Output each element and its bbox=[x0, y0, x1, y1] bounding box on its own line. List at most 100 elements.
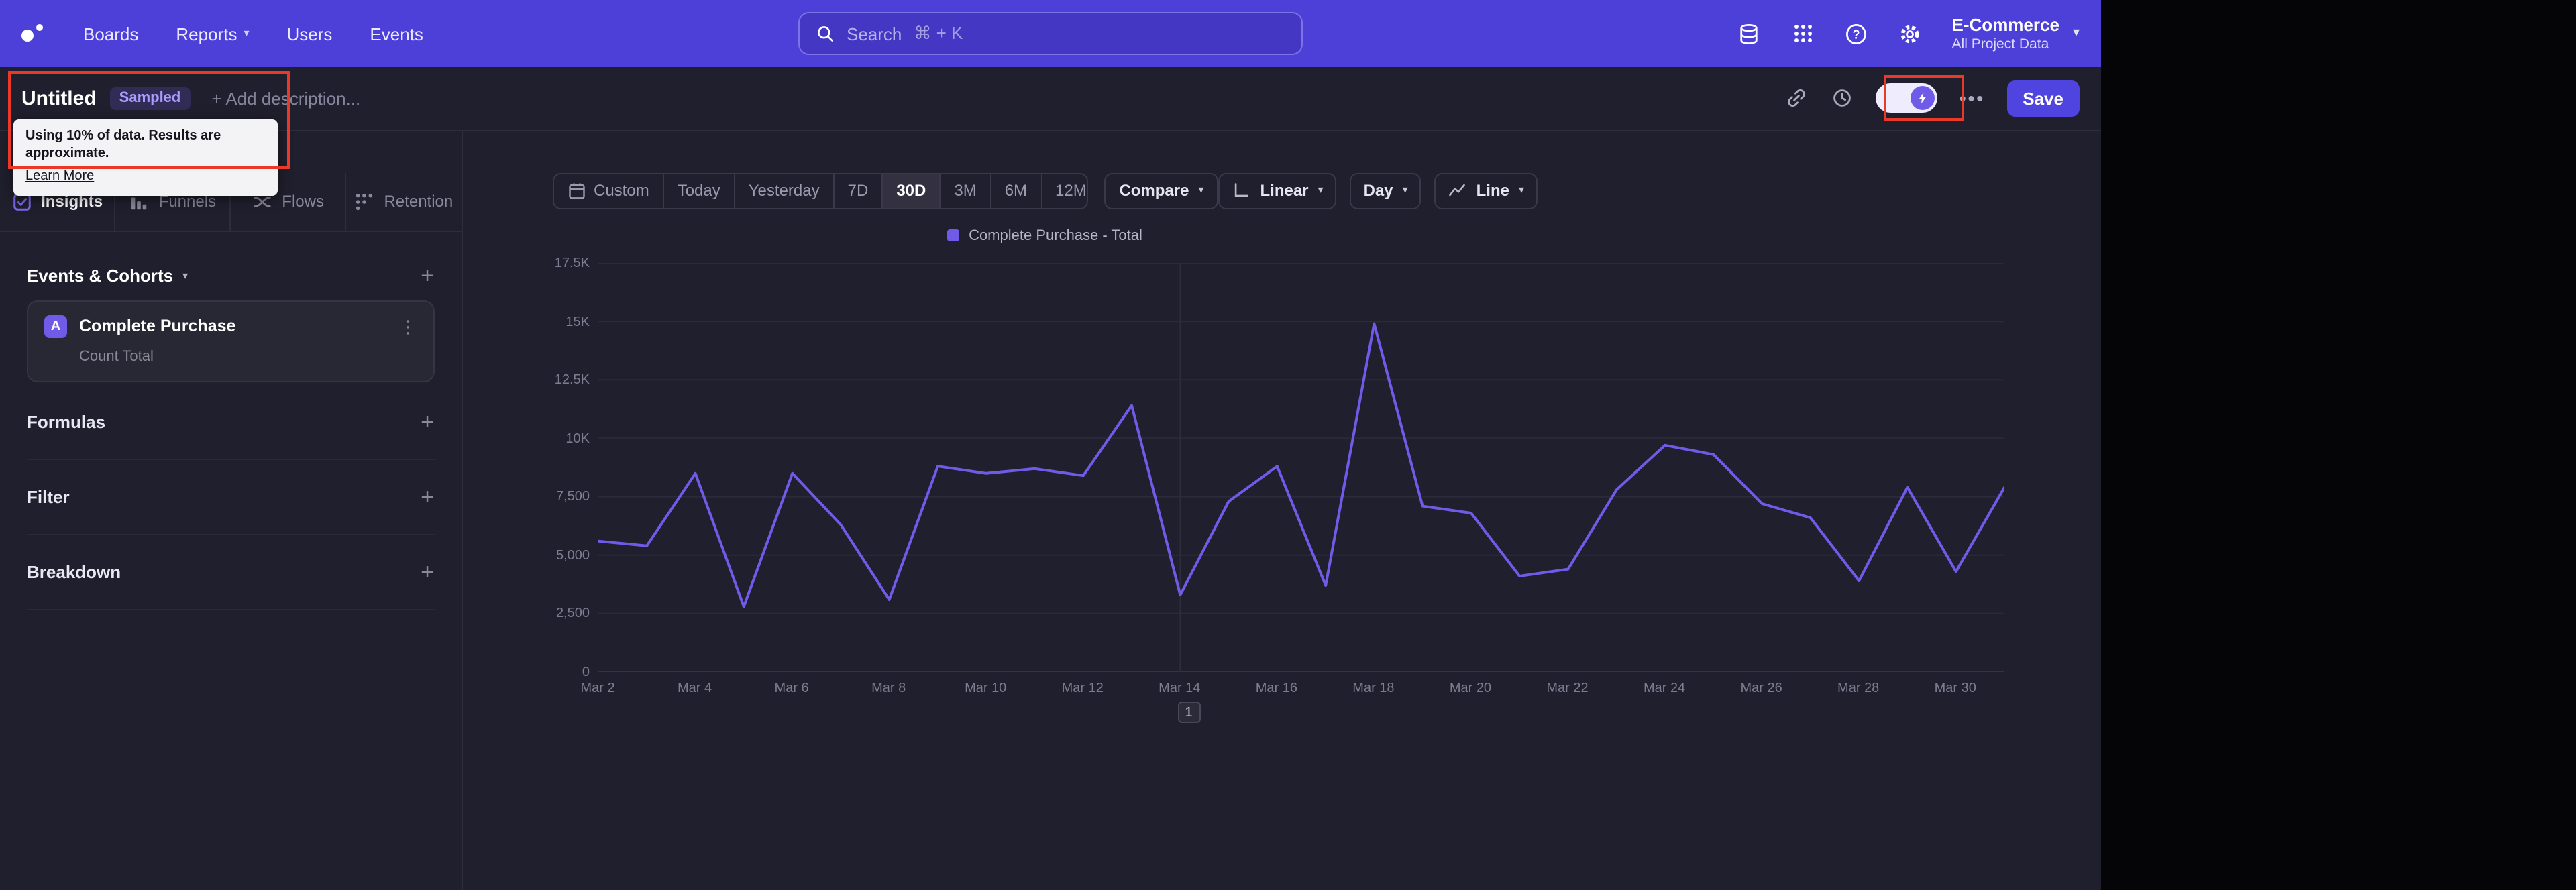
sampling-tooltip-text: Using 10% of data. Results are approxima… bbox=[25, 129, 221, 161]
sampling-toggle[interactable] bbox=[1876, 83, 1938, 113]
apps-grid-icon[interactable] bbox=[1791, 21, 1815, 46]
nav-boards-label: Boards bbox=[83, 23, 139, 44]
legend-swatch bbox=[947, 229, 960, 241]
events-cohorts-header[interactable]: Events & Cohorts ▾ + bbox=[27, 264, 434, 286]
event-row-card[interactable]: A Complete Purchase ⋮ Count Total bbox=[27, 300, 434, 382]
y-axis-label: 7,500 bbox=[555, 490, 590, 505]
more-meatball-icon[interactable]: ••• bbox=[1960, 88, 1985, 109]
date-custom-label: Custom bbox=[594, 181, 649, 200]
section-filter-label: Filter bbox=[27, 486, 70, 506]
sampled-badge[interactable]: Sampled bbox=[109, 87, 191, 110]
nav-users[interactable]: Users bbox=[287, 23, 333, 44]
line-chart-svg bbox=[596, 262, 2005, 673]
add-event-button[interactable]: + bbox=[421, 264, 434, 286]
chevron-down-icon: ▾ bbox=[1318, 184, 1324, 196]
search-shortcut-hint: ⌘ + K bbox=[914, 23, 963, 43]
y-axis-label: 12.5K bbox=[554, 373, 590, 388]
date-7d-button[interactable]: 7D bbox=[833, 174, 882, 207]
x-axis-label: Mar 8 bbox=[871, 681, 906, 696]
date-3m-button[interactable]: 3M bbox=[939, 174, 989, 207]
add-filter-button[interactable]: + bbox=[421, 485, 434, 508]
add-formula-button[interactable]: + bbox=[421, 410, 434, 433]
date-30d-button[interactable]: 30D bbox=[881, 174, 940, 207]
x-axis-label: Mar 20 bbox=[1449, 681, 1492, 696]
date-6m-button[interactable]: 6M bbox=[989, 174, 1040, 207]
chevron-down-icon: ▾ bbox=[1518, 184, 1524, 196]
link-icon[interactable] bbox=[1785, 87, 1809, 111]
compare-dropdown[interactable]: Compare ▾ bbox=[1104, 172, 1219, 209]
date-today-button[interactable]: Today bbox=[662, 174, 734, 207]
chevron-down-icon: ▾ bbox=[1198, 184, 1204, 196]
granularity-label: Day bbox=[1363, 181, 1393, 200]
section-filter: Filter + bbox=[27, 459, 434, 535]
compare-label: Compare bbox=[1119, 181, 1189, 200]
kebab-icon[interactable]: ⋮ bbox=[399, 317, 417, 335]
nav-boards[interactable]: Boards bbox=[83, 23, 138, 44]
x-axis-label: Mar 14 bbox=[1159, 681, 1201, 696]
lightning-bolt-icon bbox=[1911, 86, 1935, 111]
scale-dropdown[interactable]: Linear ▾ bbox=[1218, 172, 1337, 209]
project-name: E-Commerce bbox=[1951, 14, 2059, 35]
chart-type-dropdown[interactable]: Line ▾ bbox=[1434, 172, 1538, 209]
help-icon[interactable]: ? bbox=[1845, 21, 1869, 46]
x-axis-label: Mar 28 bbox=[1837, 681, 1880, 696]
x-axis-label: Mar 12 bbox=[1061, 681, 1104, 696]
calendar-icon bbox=[567, 181, 586, 200]
report-header-actions: ••• Save bbox=[1785, 80, 2080, 117]
date-yesterday-button[interactable]: Yesterday bbox=[733, 174, 833, 207]
mixpanel-app-window: Boards Reports ▾ Users Events Search ⌘ + … bbox=[0, 0, 2101, 890]
pagination-page-button[interactable]: 1 bbox=[1177, 702, 1200, 723]
tab-retention[interactable]: Retention bbox=[347, 172, 461, 230]
plot-area[interactable] bbox=[596, 262, 2005, 673]
tab-flows-label: Flows bbox=[282, 192, 324, 211]
top-navbar: Boards Reports ▾ Users Events Search ⌘ + … bbox=[0, 0, 2101, 67]
x-axis-label: Mar 22 bbox=[1546, 681, 1589, 696]
date-range-group: Custom Today Yesterday 7D 30D 3M 6M 12M bbox=[552, 172, 1089, 209]
linear-axis-icon bbox=[1232, 181, 1251, 200]
gear-icon[interactable] bbox=[1898, 21, 1923, 46]
tab-retention-label: Retention bbox=[384, 192, 453, 211]
granularity-dropdown[interactable]: Day ▾ bbox=[1350, 172, 1421, 209]
history-clock-icon[interactable] bbox=[1831, 87, 1855, 111]
add-breakdown-button[interactable]: + bbox=[421, 560, 434, 583]
svg-text:?: ? bbox=[1853, 27, 1860, 40]
y-axis-label: 17.5K bbox=[554, 256, 590, 271]
project-selector[interactable]: E-Commerce All Project Data ▾ bbox=[1952, 15, 2080, 52]
date-12m-button[interactable]: 12M bbox=[1040, 174, 1087, 207]
x-axis-label: Mar 10 bbox=[965, 681, 1007, 696]
chevron-down-icon: ▾ bbox=[182, 269, 189, 281]
events-cohorts-label: Events & Cohorts bbox=[27, 265, 174, 285]
chart-legend[interactable]: Complete Purchase - Total bbox=[464, 227, 1626, 243]
chevron-down-icon: ▾ bbox=[244, 27, 250, 39]
line-chart-icon bbox=[1448, 181, 1467, 200]
legend-label: Complete Purchase - Total bbox=[969, 227, 1142, 243]
y-axis-label: 15K bbox=[566, 315, 590, 330]
screenshot-canvas: Boards Reports ▾ Users Events Search ⌘ + … bbox=[0, 0, 2576, 890]
report-header: Untitled Sampled + Add description... ••… bbox=[0, 67, 2101, 131]
event-metric[interactable]: Count Total bbox=[79, 348, 417, 364]
y-axis-label: 10K bbox=[566, 431, 590, 447]
y-axis: 0 2,500 5,000 7,500 10K 12.5K 15K 17.5K bbox=[552, 256, 590, 680]
date-custom-button[interactable]: Custom bbox=[553, 174, 663, 207]
search-icon bbox=[816, 24, 835, 43]
search-input[interactable]: Search ⌘ + K bbox=[798, 12, 1303, 55]
line-chart: 0 2,500 5,000 7,500 10K 12.5K 15K 17.5K Mar 2 Ma… bbox=[552, 256, 2013, 753]
section-formulas-label: Formulas bbox=[27, 411, 106, 431]
section-breakdown-label: Breakdown bbox=[27, 561, 121, 581]
data-icon[interactable] bbox=[1737, 21, 1762, 46]
nav-reports[interactable]: Reports ▾ bbox=[176, 23, 249, 44]
chart-toolbar: Custom Today Yesterday 7D 30D 3M 6M 12M … bbox=[552, 172, 1538, 209]
save-button[interactable]: Save bbox=[2006, 80, 2080, 117]
y-axis-label: 5,000 bbox=[555, 548, 590, 563]
mixpanel-logo[interactable] bbox=[21, 24, 48, 43]
nav-events[interactable]: Events bbox=[370, 23, 423, 44]
add-description-field[interactable]: + Add description... bbox=[211, 89, 360, 109]
nav-reports-label: Reports bbox=[176, 23, 237, 44]
x-axis-label: Mar 24 bbox=[1643, 681, 1686, 696]
learn-more-link[interactable]: Learn More bbox=[25, 169, 94, 184]
y-axis-label: 2,500 bbox=[555, 606, 590, 622]
report-title[interactable]: Untitled bbox=[21, 87, 97, 110]
query-builder-content: Events & Cohorts ▾ + A Complete Purchase… bbox=[0, 231, 461, 890]
event-name[interactable]: Complete Purchase bbox=[79, 317, 235, 335]
x-axis-label: Mar 16 bbox=[1255, 681, 1297, 696]
